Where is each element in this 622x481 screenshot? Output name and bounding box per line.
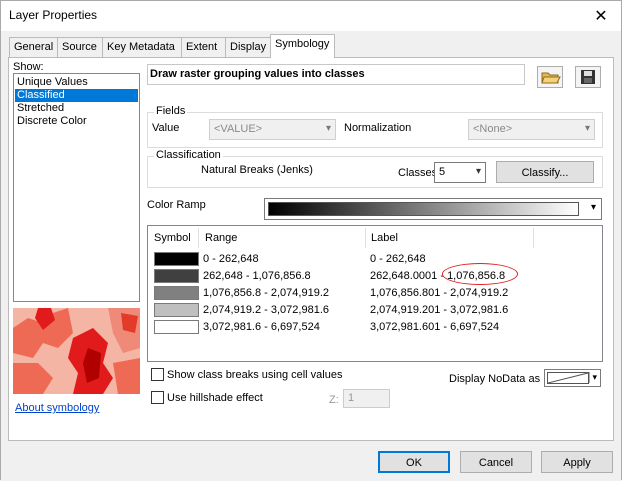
class-breaks-checkbox[interactable] [151, 368, 164, 381]
open-folder-button[interactable] [537, 66, 563, 88]
tab-extent[interactable]: Extent [181, 37, 226, 57]
classify-button[interactable]: Classify... [496, 161, 594, 183]
renderer-list[interactable]: Unique Values Classified Stretched Discr… [13, 73, 140, 302]
normalization-label: Normalization [344, 122, 412, 134]
z-factor-input[interactable]: 1 [343, 389, 390, 408]
tab-general[interactable]: General [9, 37, 58, 57]
nodata-color-picker[interactable]: ▾ [544, 369, 601, 387]
symbology-heading: Draw raster grouping values into classes [150, 68, 365, 80]
annotation-circle [442, 263, 518, 285]
label-cell[interactable]: 0 - 262,648 [370, 253, 426, 265]
folder-open-icon [541, 72, 561, 84]
chevron-down-icon: ▾ [584, 123, 590, 134]
symbol-swatch[interactable] [154, 303, 199, 317]
z-label: Z: [329, 394, 339, 406]
tab-symbology[interactable]: Symbology [270, 34, 335, 58]
value-dropdown[interactable]: <VALUE> ▾ [209, 119, 336, 140]
range-cell[interactable]: 1,076,856.8 - 2,074,919.2 [203, 287, 329, 299]
title-bar: Layer Properties ✕ [1, 1, 621, 31]
dialog-footer: OK Cancel Apply [1, 441, 621, 481]
color-ramp-label: Color Ramp [147, 199, 206, 211]
save-button[interactable] [575, 66, 601, 88]
color-ramp-preview [268, 202, 579, 216]
range-header: Range [205, 232, 238, 244]
chevron-down-icon: ▾ [589, 372, 597, 383]
classes-dropdown-text: 5 [439, 166, 446, 178]
range-cell[interactable]: 3,072,981.6 - 6,697,524 [203, 321, 320, 333]
classification-method: Natural Breaks (Jenks) [201, 164, 313, 176]
hillshade-checkbox[interactable] [151, 391, 164, 404]
range-cell[interactable]: 2,074,919.2 - 3,072,981.6 [203, 304, 329, 316]
chevron-down-icon: ▾ [590, 202, 596, 213]
list-item-classified[interactable]: Classified [15, 89, 138, 102]
normalization-dropdown[interactable]: <None> ▾ [468, 119, 595, 140]
label-cell[interactable]: 1,076,856.801 - 2,074,919.2 [370, 287, 508, 299]
value-label: Value [152, 122, 180, 134]
chevron-down-icon: ▾ [325, 123, 331, 134]
layer-properties-window: Layer Properties ✕ General Source Key Me… [0, 0, 622, 481]
heading-box: Draw raster grouping values into classes [147, 64, 525, 85]
symbol-swatch[interactable] [154, 320, 199, 334]
list-item-unique-values[interactable]: Unique Values [15, 76, 138, 89]
label-cell[interactable]: 3,072,981.601 - 6,697,524 [370, 321, 499, 333]
show-label: Show: [13, 61, 44, 73]
list-item-stretched[interactable]: Stretched [15, 102, 138, 115]
class-breaks-label: Show class breaks using cell values [167, 369, 343, 381]
tab-key-metadata[interactable]: Key Metadata [102, 37, 182, 57]
symbol-header: Symbol [154, 232, 191, 244]
color-ramp-dropdown[interactable]: ▾ [264, 198, 602, 220]
apply-button[interactable]: Apply [541, 451, 613, 473]
range-cell[interactable]: 0 - 262,648 [203, 253, 259, 265]
value-dropdown-text: <VALUE> [214, 123, 263, 135]
tab-source[interactable]: Source [57, 37, 103, 57]
list-item-discrete-color[interactable]: Discrete Color [15, 115, 138, 128]
cancel-button[interactable]: Cancel [460, 451, 532, 473]
about-symbology-link[interactable]: About symbology [15, 402, 99, 414]
normalization-dropdown-text: <None> [473, 123, 513, 135]
range-cell[interactable]: 262,648 - 1,076,856.8 [203, 270, 311, 282]
class-table: Symbol Range Label 0 - 262,648 0 - 262,6… [147, 225, 603, 362]
label-cell[interactable]: 2,074,919.201 - 3,072,981.6 [370, 304, 508, 316]
tab-display[interactable]: Display [225, 37, 271, 57]
classes-dropdown[interactable]: 5 ▾ [434, 162, 486, 183]
close-icon[interactable]: ✕ [593, 6, 609, 26]
preview-map-image [13, 308, 140, 394]
classes-label: Classes [398, 167, 438, 179]
save-icon [581, 70, 595, 84]
symbol-swatch[interactable] [154, 252, 199, 266]
window-title: Layer Properties [9, 8, 98, 22]
symbol-swatch[interactable] [154, 269, 199, 283]
fields-group-title: Fields [154, 105, 188, 117]
nodata-swatch-icon [547, 372, 589, 384]
hillshade-label: Use hillshade effect [167, 392, 263, 404]
label-header: Label [371, 232, 398, 244]
chevron-down-icon: ▾ [475, 166, 481, 177]
symbology-panel: Show: Unique Values Classified Stretched… [8, 57, 614, 441]
nodata-label: Display NoData as [449, 373, 541, 385]
symbol-swatch[interactable] [154, 286, 199, 300]
classification-group-title: Classification [154, 149, 223, 161]
ok-button[interactable]: OK [378, 451, 450, 473]
